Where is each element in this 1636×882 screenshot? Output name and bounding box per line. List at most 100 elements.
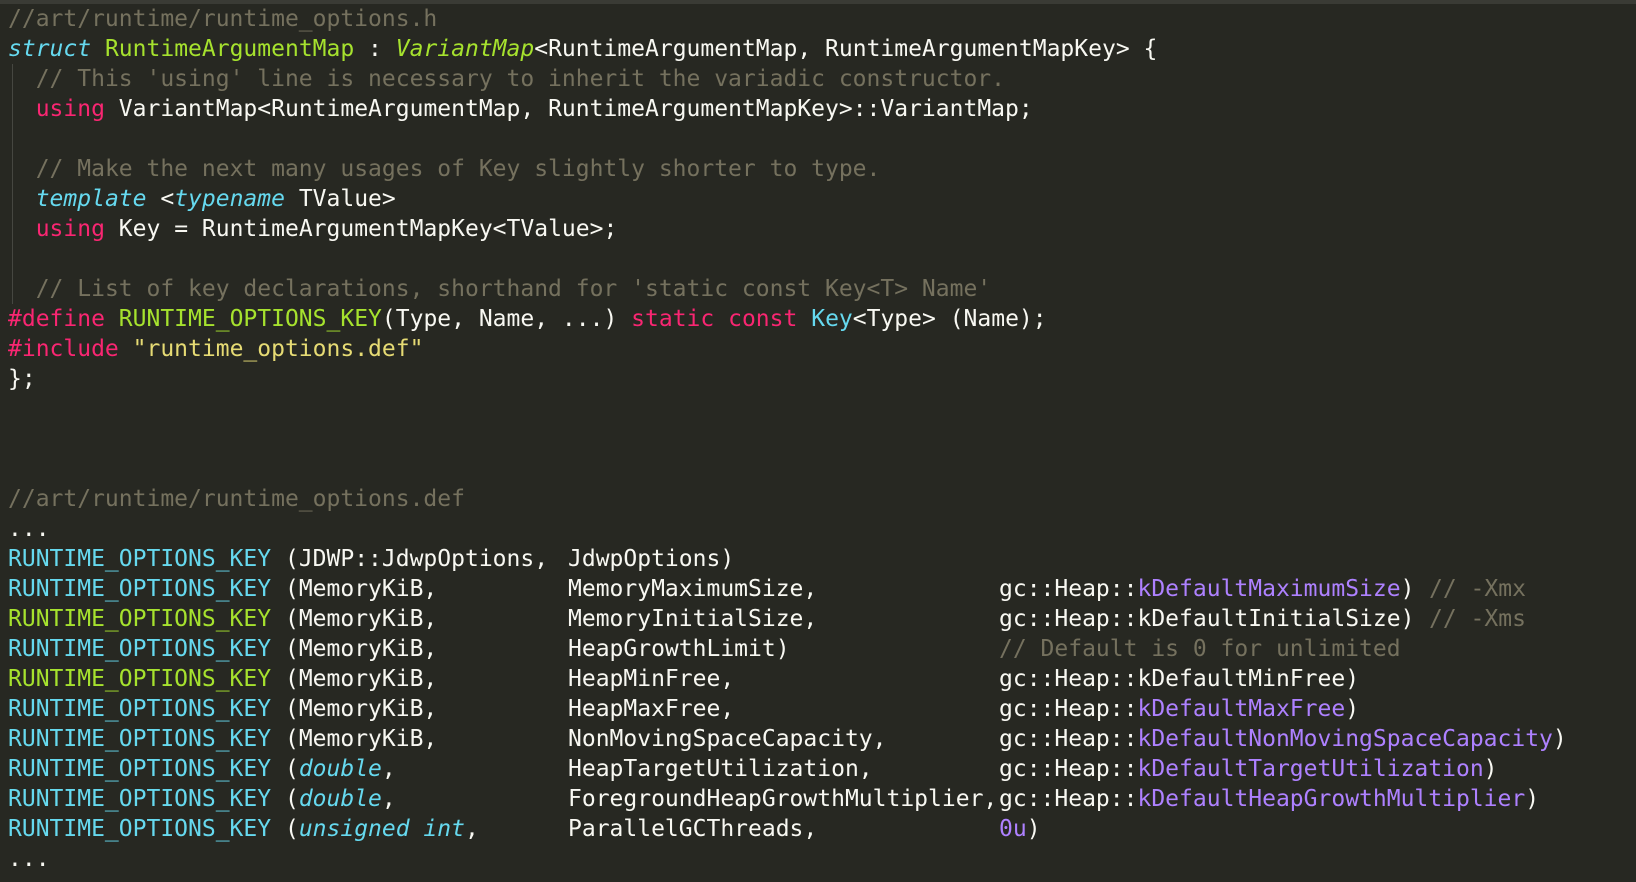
template-keyword: template	[35, 186, 147, 212]
indent-guide	[12, 274, 13, 304]
option-row: RUNTIME_OPTIONS_KEY (MemoryKiB, HeapGrowt…	[8, 634, 1632, 664]
namespace: gc::Heap::	[999, 726, 1138, 752]
code-line: struct RuntimeArgumentMap : VariantMap<R…	[8, 36, 1158, 62]
option-macro: RUNTIME_OPTIONS_KEY	[8, 756, 272, 782]
code-line: //art/runtime/runtime_options.def	[8, 484, 1632, 514]
open-paren: (	[271, 606, 299, 632]
trailing-comment: // Default is 0 for unlimited	[999, 636, 1401, 662]
file-path-comment: //art/runtime/runtime_options.h	[8, 6, 438, 32]
option-name: HeapGrowthLimit)	[568, 636, 790, 662]
option-name: JdwpOptions)	[568, 546, 735, 572]
option-default: gc::Heap::kDefaultMaxFree)	[999, 694, 1359, 724]
option-macro: RUNTIME_OPTIONS_KEY	[8, 696, 272, 722]
code-line: ...	[8, 514, 1632, 544]
option-type: MemoryKiB,	[298, 696, 438, 722]
indent-guide	[12, 94, 13, 124]
option-row: RUNTIME_OPTIONS_KEY (MemoryKiB, MemoryMax…	[8, 574, 1632, 604]
code-line	[8, 124, 1632, 154]
macro-name: RUNTIME_OPTIONS_KEY	[118, 306, 382, 332]
option-type: MemoryKiB,	[298, 576, 438, 602]
default-value: kDefaultTargetUtilization	[1137, 756, 1484, 782]
typename-keyword: typename	[174, 186, 285, 212]
option-name: HeapMinFree,	[568, 666, 735, 692]
namespace: gc::Heap::	[999, 756, 1138, 782]
option-type: double	[298, 786, 382, 812]
option-type: MemoryKiB,	[298, 666, 438, 692]
namespace: gc::Heap::	[999, 786, 1138, 812]
option-type: double	[298, 756, 382, 782]
option-macro: RUNTIME_OPTIONS_KEY	[8, 606, 272, 632]
code-line: //art/runtime/runtime_options.h	[8, 4, 1632, 34]
trailing-comment: // -Xmx	[1429, 576, 1526, 602]
type-separator: ,	[464, 816, 479, 842]
open-paren: (	[271, 696, 299, 722]
code-line: // List of key declarations, shorthand f…	[8, 274, 1632, 304]
code-editor[interactable]: //art/runtime/runtime_options.h struct R…	[8, 4, 1632, 874]
static-keyword: static	[631, 306, 715, 332]
using-keyword: using	[35, 96, 105, 122]
indent-guide	[12, 184, 13, 214]
open-paren: (	[271, 756, 299, 782]
option-row: RUNTIME_OPTIONS_KEY (MemoryKiB, NonMoving…	[8, 724, 1632, 754]
close-paren: )	[1400, 576, 1415, 602]
macro-body: <Type> (Name);	[852, 306, 1047, 332]
include-directive: #include	[8, 336, 119, 362]
type-separator: ,	[381, 756, 396, 782]
option-row: RUNTIME_OPTIONS_KEY (JDWP::JdwpOptions, J…	[8, 544, 1632, 574]
open-paren: (	[271, 726, 299, 752]
option-name: MemoryInitialSize,	[568, 606, 818, 632]
option-default: gc::Heap::kDefaultInitialSize)	[999, 604, 1414, 634]
close-paren: )	[1525, 786, 1540, 812]
close-paren: )	[1345, 696, 1360, 722]
option-name: ParallelGCThreads,	[568, 816, 818, 842]
option-type: JDWP::JdwpOptions,	[298, 546, 549, 572]
option-name: HeapMaxFree,	[568, 696, 735, 722]
option-type: MemoryKiB,	[298, 726, 438, 752]
code-line: using VariantMap<RuntimeArgumentMap, Run…	[8, 94, 1632, 124]
namespace: gc::Heap::	[999, 666, 1138, 692]
using-declaration: VariantMap<RuntimeArgumentMap, RuntimeAr…	[104, 96, 1033, 122]
macro-params: (Type, Name, ...)	[381, 306, 632, 332]
default-value: kDefaultMinFree	[1137, 666, 1346, 692]
option-macro: RUNTIME_OPTIONS_KEY	[8, 726, 272, 752]
using-keyword: using	[35, 216, 105, 242]
option-type: unsigned int	[298, 816, 465, 842]
namespace: gc::Heap::	[999, 576, 1138, 602]
comment: // List of key declarations, shorthand f…	[35, 276, 992, 302]
option-row: RUNTIME_OPTIONS_KEY (double, ForegroundHe…	[8, 784, 1632, 814]
include-file: "runtime_options.def"	[132, 336, 424, 362]
base-class: VariantMap	[395, 36, 535, 62]
alias-declaration: Key = RuntimeArgumentMapKey<TValue>;	[104, 216, 618, 242]
close-paren: )	[1026, 816, 1041, 842]
close-paren: )	[1400, 606, 1415, 632]
option-macro: RUNTIME_OPTIONS_KEY	[8, 786, 272, 812]
code-line: #define RUNTIME_OPTIONS_KEY(Type, Name, …	[8, 304, 1632, 334]
default-value: kDefaultMaxFree	[1137, 696, 1346, 722]
indent-guide	[12, 244, 13, 274]
open-paren: (	[271, 666, 299, 692]
option-row: RUNTIME_OPTIONS_KEY (MemoryKiB, HeapMaxFr…	[8, 694, 1632, 724]
ellipsis: ...	[8, 846, 50, 872]
option-row: RUNTIME_OPTIONS_KEY (MemoryKiB, HeapMinFr…	[8, 664, 1632, 694]
open-paren: (	[271, 576, 299, 602]
option-default: gc::Heap::kDefaultMaximumSize)	[999, 574, 1414, 604]
option-row: RUNTIME_OPTIONS_KEY (MemoryKiB, MemoryIni…	[8, 604, 1632, 634]
comment: // Make the next many usages of Key slig…	[35, 156, 881, 182]
indent-guide	[12, 64, 13, 94]
struct-name: RuntimeArgumentMap	[104, 36, 355, 62]
default-value: kDefaultMaximumSize	[1137, 576, 1401, 602]
type-separator: ,	[381, 786, 396, 812]
ellipsis: ...	[8, 516, 50, 542]
file-path-comment: //art/runtime/runtime_options.def	[8, 486, 465, 512]
code-line: template <typename TValue>	[8, 184, 1632, 214]
indent-guide	[12, 124, 13, 154]
option-macro: RUNTIME_OPTIONS_KEY	[8, 666, 272, 692]
default-value: kDefaultHeapGrowthMultiplier	[1137, 786, 1526, 812]
base-template-args: <RuntimeArgumentMap, RuntimeArgumentMapK…	[534, 36, 1158, 62]
open-paren: (	[271, 816, 299, 842]
option-macro: RUNTIME_OPTIONS_KEY	[8, 576, 272, 602]
close-paren: )	[1345, 666, 1360, 692]
